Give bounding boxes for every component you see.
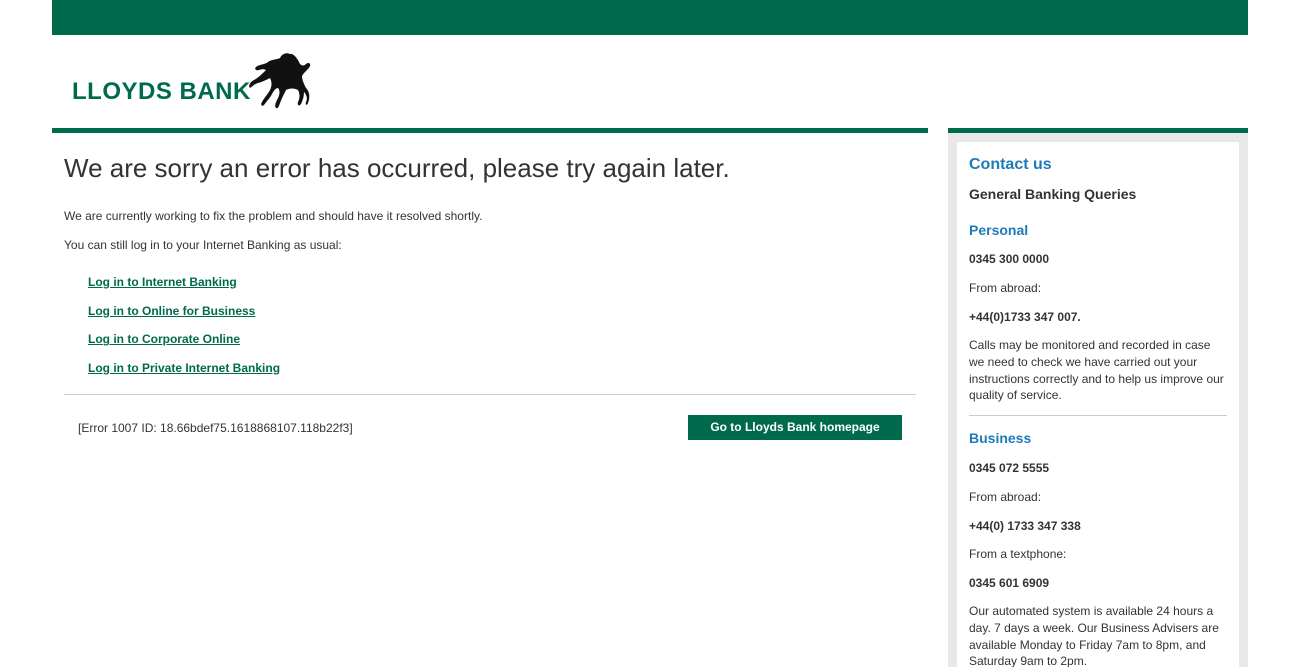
- content-divider: [64, 394, 916, 395]
- business-note: Our automated system is available 24 hou…: [969, 604, 1219, 667]
- business-abroad-label: From abroad:: [969, 490, 1042, 504]
- link-internet-banking[interactable]: Log in to Internet Banking: [88, 275, 237, 289]
- personal-abroad-label: From abroad:: [969, 281, 1042, 295]
- contact-sidebar: Contact us General Banking Queries Perso…: [948, 128, 1248, 667]
- personal-heading: Personal: [969, 222, 1029, 238]
- error-message: We are currently working to fix the prob…: [64, 209, 483, 223]
- sidebar-divider: [969, 415, 1227, 416]
- list-item: Log in to Corporate Online: [88, 330, 280, 359]
- textphone-label: From a textphone:: [969, 547, 1067, 561]
- login-links: Log in to Internet Banking Log in to Onl…: [88, 273, 280, 388]
- page-title: We are sorry an error has occurred, plea…: [64, 153, 730, 183]
- link-private-internet-banking[interactable]: Log in to Private Internet Banking: [88, 361, 280, 375]
- link-corporate-online[interactable]: Log in to Corporate Online: [88, 332, 240, 346]
- textphone-number: 0345 601 6909: [969, 576, 1050, 590]
- list-item: Log in to Online for Business: [88, 302, 280, 331]
- business-heading: Business: [969, 430, 1032, 446]
- business-abroad-phone: +44(0) 1733 347 338: [969, 519, 1081, 533]
- contact-panel: Contact us General Banking Queries Perso…: [957, 142, 1239, 667]
- personal-note: Calls may be monitored and recorded in c…: [969, 338, 1224, 403]
- homepage-button[interactable]: Go to Lloyds Bank homepage: [688, 415, 902, 440]
- top-brand-bar: [52, 0, 1248, 35]
- contact-subtitle: General Banking Queries: [969, 186, 1137, 202]
- personal-abroad-phone: +44(0)1733 347 007.: [969, 310, 1081, 324]
- contact-title: Contact us: [969, 156, 1052, 173]
- link-online-for-business[interactable]: Log in to Online for Business: [88, 304, 255, 318]
- logo-wordmark: LLOYDS BANK: [72, 78, 251, 105]
- black-horse-icon: [249, 53, 311, 109]
- lloyds-bank-logo[interactable]: LLOYDS BANK: [72, 50, 312, 112]
- main-content: We are sorry an error has occurred, plea…: [52, 128, 928, 667]
- business-phone: 0345 072 5555: [969, 461, 1050, 475]
- personal-phone: 0345 300 0000: [969, 252, 1050, 266]
- list-item: Log in to Internet Banking: [88, 273, 280, 302]
- error-id: [Error 1007 ID: 18.66bdef75.1618868107.1…: [78, 421, 353, 435]
- list-item: Log in to Private Internet Banking: [88, 359, 280, 388]
- login-intro: You can still log in to your Internet Ba…: [64, 238, 342, 252]
